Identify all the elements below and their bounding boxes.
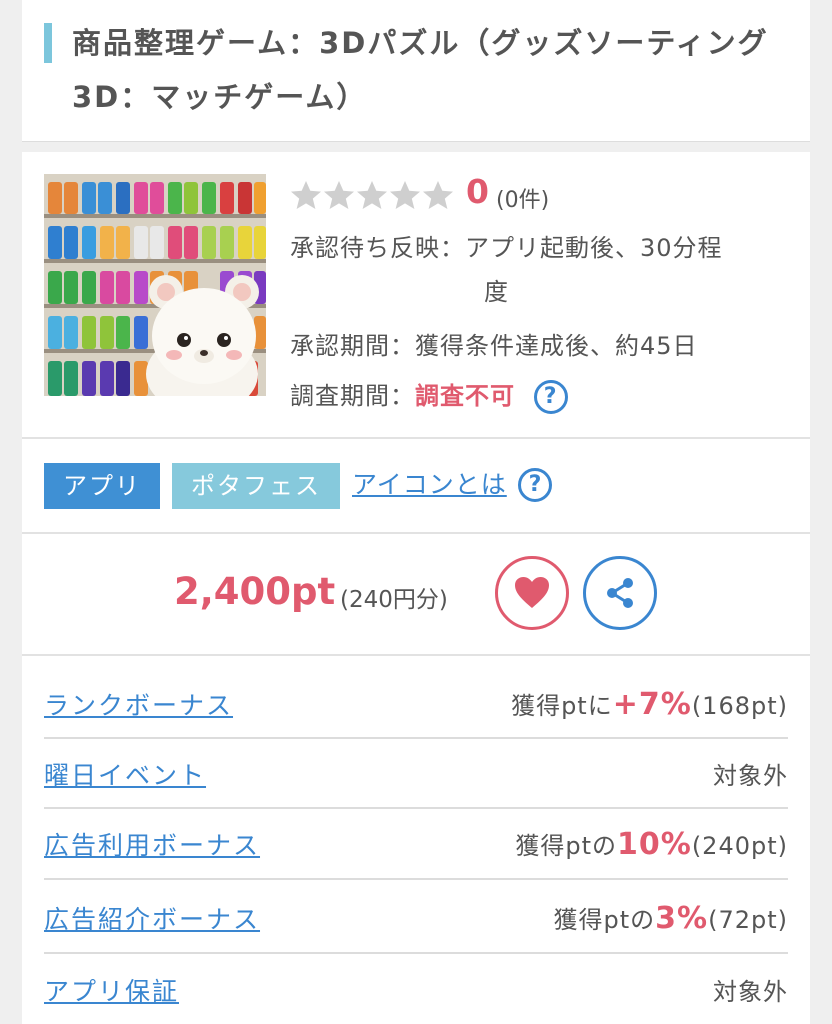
bonus-value-highlight: +7% [612,687,692,722]
bonus-label-link[interactable]: 曜日イベント [44,756,206,792]
approval-reflect-value-cont: 度 [484,278,509,306]
row-divider [44,878,788,880]
investigation-label: 調査期間： [290,382,415,410]
share-button[interactable] [583,556,657,630]
star-icon [324,181,354,209]
rating-stars [290,180,454,210]
tag-app: アプリ [44,463,160,509]
bonus-row: ランクボーナス 獲得ptに+7%(168pt) [44,672,788,742]
bonus-value: 獲得ptに+7%(168pt) [511,686,788,722]
rating-count: (0件) [496,188,550,213]
approval-reflect-line: 承認待ち反映：アプリ起動後、30分程 [290,228,723,263]
bonus-row: 広告紹介ボーナス 獲得ptの3%(72pt) [44,886,788,956]
bonus-label-link[interactable]: アプリ保証 [44,972,179,1008]
question-icon[interactable]: ? [518,468,552,502]
star-icon [357,181,387,209]
row-divider [44,737,788,739]
offer-card: 0 (0件) 承認待ち反映：アプリ起動後、30分程 度 承認期間：獲得条件達成後… [22,152,810,1024]
favorite-button[interactable] [495,556,569,630]
bonus-value-prefix: 対象外 [713,762,788,790]
divider [22,437,810,439]
bonus-value-suffix: (240pt) [691,832,788,860]
star-icon [390,181,420,209]
bonus-value-suffix: (168pt) [691,692,788,720]
title-accent-bar [44,23,52,63]
page-title: 商品整理ゲーム：3Dパズル（グッズソーティング3D：マッチゲーム） [72,26,769,114]
star-icon [291,181,321,209]
bonus-value-prefix: 獲得ptの [553,906,656,934]
row-divider [44,807,788,809]
approval-period-line: 承認期間：獲得条件達成後、約45日 [290,326,698,361]
bonus-row: 曜日イベント 対象外 [44,742,788,812]
tag-potafes: ポタフェス [172,463,340,509]
app-thumbnail-image [44,174,266,396]
bonus-label-link[interactable]: ランクボーナス [44,686,233,722]
approval-period-label: 承認期間： [290,332,415,360]
investigation-value: 調査不可 [415,382,515,410]
approval-reflect-value: アプリ起動後、30分程 [465,234,723,262]
bonus-label-link[interactable]: 広告利用ボーナス [44,826,260,862]
bonus-value-prefix: 獲得ptに [511,692,613,720]
divider [22,532,810,534]
icon-explanation-link[interactable]: アイコンとは [352,465,507,501]
bonus-value: 対象外 [713,756,788,791]
row-divider [44,952,788,954]
points-value: 2,400pt [174,570,336,613]
bonus-label-link[interactable]: 広告紹介ボーナス [44,900,260,936]
bonus-value-suffix: (72pt) [708,906,788,934]
bonus-value-highlight: 3% [655,901,709,936]
bonus-row: アプリ保証 対象外 [44,958,788,1024]
bonus-value: 対象外 [713,972,788,1007]
bonus-value-highlight: 10% [617,827,692,862]
share-icon [607,578,633,608]
bonus-value-prefix: 獲得ptの [515,832,617,860]
star-icon [423,181,453,209]
divider [22,654,810,656]
bonus-value: 獲得ptの3%(72pt) [553,900,788,936]
bonus-value-prefix: 対象外 [713,978,788,1006]
points-yen-value: (240円分) [340,587,448,613]
heart-icon [515,577,549,608]
question-icon[interactable]: ? [533,380,568,414]
approval-period-value: 獲得条件達成後、約45日 [415,332,698,360]
title-card: 商品整理ゲーム：3Dパズル（グッズソーティング3D：マッチゲーム） [22,0,810,142]
approval-reflect-label: 承認待ち反映： [290,234,465,262]
app-thumbnail[interactable] [44,174,266,396]
bonus-row: 広告利用ボーナス 獲得ptの10%(240pt) [44,812,788,882]
bonus-value: 獲得ptの10%(240pt) [515,826,788,862]
investigation-line: 調査期間：調査不可 ? [290,376,568,414]
rating-value: 0 [466,172,489,211]
